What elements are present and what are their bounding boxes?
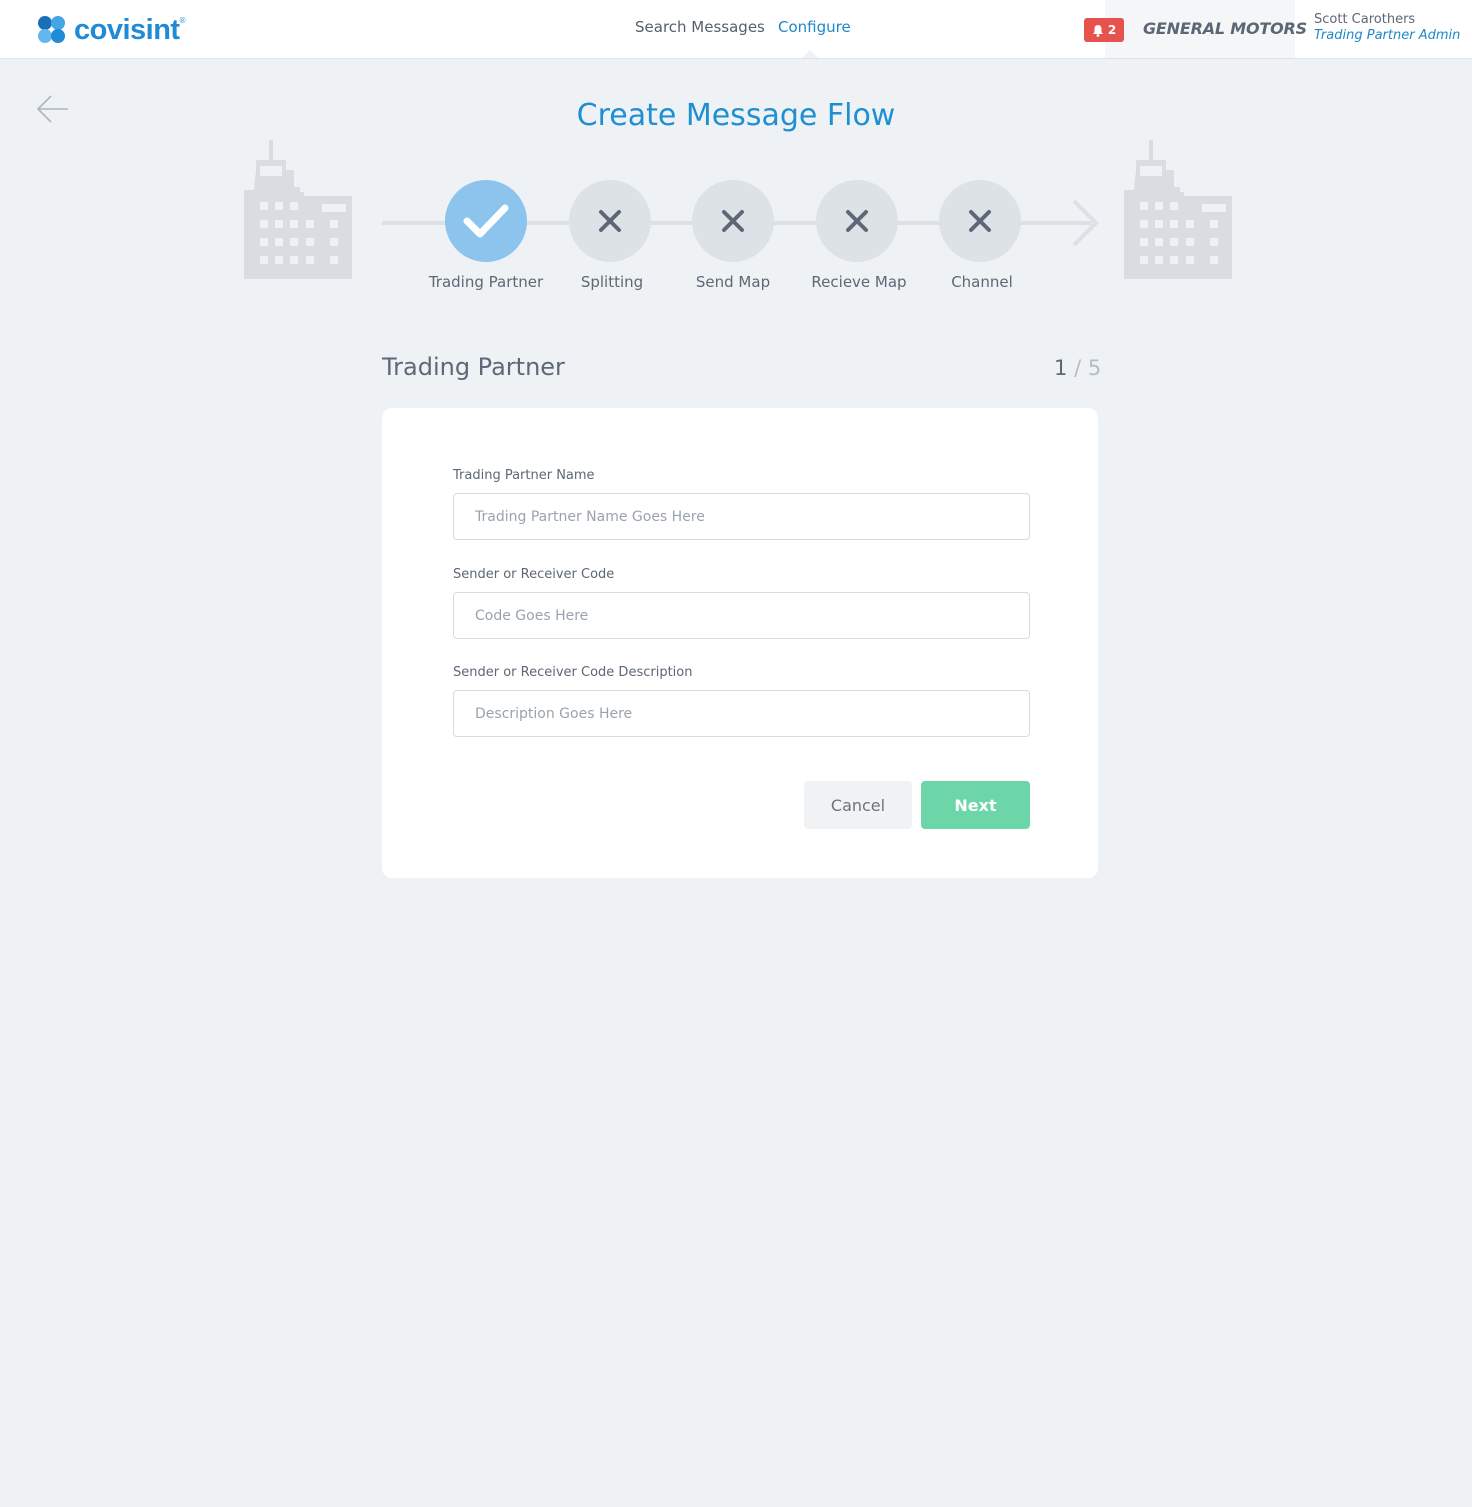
section-title: Trading Partner bbox=[382, 353, 565, 381]
stepper-arrow-icon bbox=[1072, 199, 1099, 247]
code-field bbox=[453, 592, 1030, 639]
page-title: Create Message Flow bbox=[576, 98, 896, 133]
next-button[interactable]: Next bbox=[921, 781, 1030, 829]
code-description-field bbox=[453, 690, 1030, 737]
step-send-map[interactable] bbox=[692, 180, 774, 262]
step-label-channel: Channel bbox=[951, 273, 1013, 291]
top-navigation-bar: covisint® Search Messages Configure 2 GE… bbox=[0, 0, 1472, 59]
step-label-trading-partner: Trading Partner bbox=[428, 273, 544, 291]
code-input[interactable] bbox=[454, 593, 1029, 638]
notifications-badge[interactable]: 2 bbox=[1084, 18, 1124, 42]
step-label-splitting: Splitting bbox=[580, 273, 644, 291]
step-counter: 1 / 5 bbox=[1054, 356, 1101, 380]
notifications-count: 2 bbox=[1107, 23, 1117, 37]
trading-partner-form: Trading Partner Name Sender or Receiver … bbox=[382, 408, 1098, 878]
code-label: Sender or Receiver Code bbox=[453, 567, 615, 582]
sender-building-icon bbox=[244, 140, 352, 279]
covisint-logo-mark bbox=[38, 15, 68, 45]
step-channel[interactable] bbox=[939, 180, 1021, 262]
code-description-input[interactable] bbox=[454, 691, 1029, 736]
step-label-send-map: Send Map bbox=[695, 273, 771, 291]
active-nav-caret bbox=[802, 50, 818, 58]
x-icon bbox=[969, 210, 991, 232]
x-icon bbox=[846, 210, 868, 232]
bell-icon bbox=[1092, 24, 1103, 37]
check-icon bbox=[463, 204, 509, 238]
cancel-button[interactable]: Cancel bbox=[804, 781, 912, 829]
x-icon bbox=[722, 210, 744, 232]
covisint-logo[interactable]: covisint® bbox=[38, 13, 186, 46]
trading-partner-name-label: Trading Partner Name bbox=[453, 468, 595, 483]
covisint-logo-text: covisint® bbox=[74, 13, 186, 46]
user-name[interactable]: Scott Carothers bbox=[1314, 12, 1415, 27]
step-label-recieve-map: Recieve Map bbox=[811, 273, 907, 291]
step-recieve-map[interactable] bbox=[816, 180, 898, 262]
nav-search-messages[interactable]: Search Messages bbox=[635, 18, 765, 36]
company-name[interactable]: GENERAL MOTORS bbox=[1143, 19, 1307, 38]
step-counter-total: / 5 bbox=[1074, 356, 1102, 380]
user-role: Trading Partner Admin bbox=[1314, 28, 1461, 43]
trading-partner-name-field bbox=[453, 493, 1030, 540]
code-description-label: Sender or Receiver Code Description bbox=[453, 665, 693, 680]
x-icon bbox=[599, 210, 621, 232]
receiver-building-icon bbox=[1124, 140, 1232, 279]
step-trading-partner[interactable] bbox=[445, 180, 527, 262]
nav-configure[interactable]: Configure bbox=[778, 18, 851, 36]
step-counter-current: 1 bbox=[1054, 356, 1068, 380]
step-splitting[interactable] bbox=[569, 180, 651, 262]
trading-partner-name-input[interactable] bbox=[454, 494, 1029, 539]
